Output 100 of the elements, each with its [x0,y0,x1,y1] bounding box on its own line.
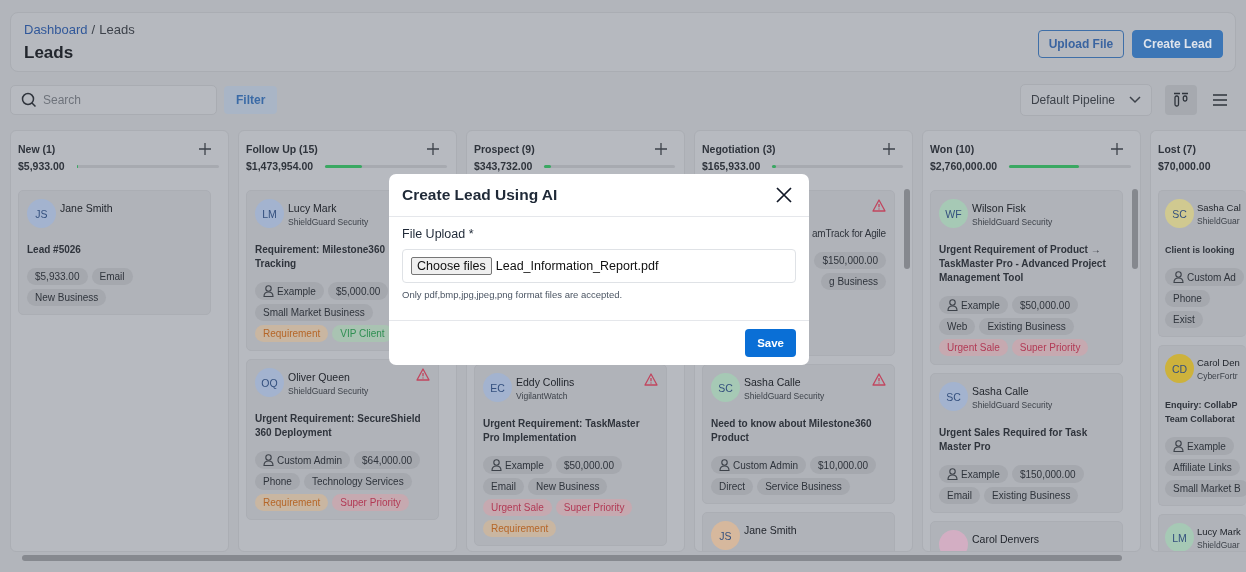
chevron-down-icon [1129,96,1141,104]
choose-files-button[interactable]: Choose files [411,257,492,275]
avatar: CD [1165,354,1194,383]
lead-tag: Custom Ad [1165,268,1244,286]
lead-tag: Urgent Sale [939,339,1008,356]
lead-tag: Affiliate Links [1165,459,1240,476]
lead-title: Urgent Requirement: TaskMaster Pro Implementation [483,417,641,445]
lead-tag: $5,000.00 [327,282,389,300]
lead-tag: Existing Business [979,318,1074,335]
lead-card[interactable]: Carol Denvers [930,521,1123,551]
lead-tag: Requirement [255,494,329,511]
lead-card[interactable]: JS Jane Smith Lead #5026 $5,933.00 Email New Business [18,190,211,315]
lead-tag: Super Priority [1011,339,1089,356]
column-total: $165,933.00 [702,160,761,172]
company-name: VigilantWatch [516,391,569,401]
lead-tag: $150,000.00 [1011,465,1084,483]
lead-tag: Service Business [757,478,850,495]
breadcrumb-separator: / [91,21,96,37]
add-icon[interactable] [883,143,895,155]
contact-name: Lucy Mark [288,202,338,214]
column-total: $2,760,000.00 [930,160,998,172]
lead-tag: Small Market B [1165,480,1246,497]
company-name: ShieldGuard Security [972,217,1053,227]
add-icon[interactable] [199,143,211,155]
contact-name: Oliver Queen [288,371,351,383]
contact-name: Carol Denvers [972,533,1040,545]
lead-card[interactable]: EC Eddy Collins VigilantWatch Urgent Requirement: TaskMaster Pro Implementation Example $50,000.00 Email New Business Urgent Sale Super Priority Requirement [474,364,667,546]
lead-card[interactable]: SC Sasha Calle ShieldGuard Security Urgent Sales Required for Task Master Pro Example $150,000.00 Email Existing Business [930,373,1123,513]
avatar: OQ [255,368,284,397]
lead-tag: $10,000.00 [810,456,877,474]
column-total: $70,000.00 [1158,160,1211,172]
add-icon[interactable] [427,143,439,155]
lead-card[interactable]: LM Lucy Mark ShieldGuar [1158,514,1246,551]
avatar: JS [27,199,56,228]
lead-title: Urgent Requirement of Product → TaskMaster Pro - Advanced Project Management Tool [939,243,1107,285]
lead-title: amTrack for Agile [811,227,886,241]
lead-tag: New Business [528,478,608,495]
lead-tag: $64,000.00 [354,451,421,469]
contact-name: Lucy Mark [1197,526,1241,537]
column-title: Won (10) [930,143,975,155]
person-icon [1173,271,1184,283]
person-icon [947,299,958,311]
lead-tag: Super Priority [555,499,633,516]
board-view-button[interactable] [1165,85,1197,115]
save-button[interactable]: Save [745,329,796,357]
add-icon[interactable] [655,143,667,155]
create-lead-button[interactable]: Create Lead [1132,30,1223,58]
company-name: CyberFortr [1197,371,1239,381]
lead-tag: g Business [821,273,886,290]
lead-tag: Example [1165,437,1234,455]
lead-tag: $50,000.00 [1011,296,1078,314]
lead-title: Urgent Sales Required for Task Master Pro [939,426,1089,454]
add-icon[interactable] [1111,143,1123,155]
lead-tag: New Business [27,289,107,306]
contact-name: Eddy Collins [516,376,575,388]
lead-tag: Existing Business [984,487,1079,504]
lead-tag: Phone [255,473,300,490]
lead-tag: Direct [711,478,754,495]
lead-tag: Email [939,487,980,504]
company-name: ShieldGuard Security [972,400,1053,410]
lead-card[interactable]: JS Jane Smith [702,512,895,551]
person-icon [263,285,274,297]
contact-name: Jane Smith [744,524,797,536]
lead-tag: Email [483,478,524,495]
column-title: Prospect (9) [474,143,535,155]
lead-card[interactable]: CD Carol Den CyberFortr Enquiry: CollabP Team Collaborat Example Affiliate Links Small Market B [1158,345,1246,506]
contact-name: Sasha Cal [1197,202,1241,213]
lead-card[interactable]: WF Wilson Fisk ShieldGuard Security Urgent Requirement of Product → TaskMaster Pro - Advanced Project Management Tool Example $50,000.00 Web Existing Business Urgent Sale Super Priority [930,190,1123,365]
lead-tag: Phone [1165,290,1210,307]
avatar: JS [711,521,740,550]
contact-name: Sasha Calle [972,385,1030,397]
close-icon[interactable] [776,187,792,203]
contact-name: Sasha Calle [744,376,802,388]
lead-title: Need to know about Milestone360 Product [711,417,873,445]
lead-tag: Example [483,456,552,474]
person-icon [1173,440,1184,452]
search-field[interactable]: Search [10,85,217,115]
company-name: ShieldGuar [1197,540,1241,550]
file-name: Lead_Information_Report.pdf [495,259,659,273]
avatar: EC [483,373,512,402]
lead-tag: Example [939,465,1008,483]
pipeline-select[interactable]: Default Pipeline [1019,84,1152,116]
lead-tag: Example [255,282,324,300]
person-icon [263,454,274,466]
file-upload-field[interactable]: Choose files Lead_Information_Report.pdf [402,249,796,283]
lead-tag: Example [939,296,1008,314]
person-icon [947,468,958,480]
lead-card[interactable]: SC Sasha Calle ShieldGuard Security Need to know about Milestone360 Product Custom Admin $10,000.00 Direct Service Business [702,364,895,504]
breadcrumb-link[interactable]: Dashboard [24,21,88,37]
lead-card[interactable]: OQ Oliver Queen ShieldGuard Security Urgent Requirement: SecureShield 360 Deployment Custom Admin $64,000.00 Phone Technology Services Requirement Super Priority [246,359,439,520]
column-title: Negotiation (3) [702,143,776,155]
company-name: ShieldGuard Security [744,391,825,401]
lead-tag: Urgent Sale [483,499,552,516]
lead-title: Urgent Requirement: SecureShield 360 Deployment [255,412,422,440]
column-total: $5,933.00 [18,160,65,172]
lead-card[interactable]: SC Sasha Cal ShieldGuar Client is looking Custom Ad Phone Exist [1158,190,1246,337]
lead-tag: Requirement [483,520,557,537]
avatar: SC [939,382,968,411]
lead-tag: Super Priority [332,494,409,511]
page-title: Leads [24,42,75,63]
